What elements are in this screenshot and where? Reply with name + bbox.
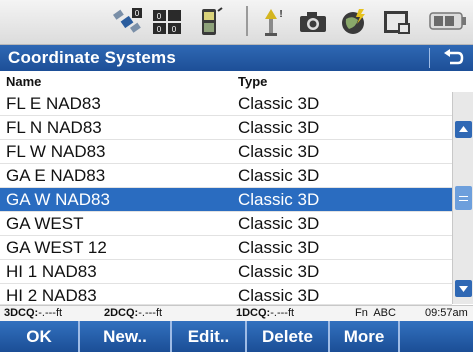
back-button[interactable]: [440, 47, 466, 69]
row-name: FL N NAD83: [6, 118, 102, 137]
triangle-up-icon: [459, 126, 468, 132]
list-item[interactable]: GA WEST Classic 3D: [0, 212, 452, 236]
quality-2d-value: -.---ft: [138, 307, 163, 319]
quality-1d-label: 1DCQ:: [236, 307, 271, 319]
quality-2d-label: 2DCQ:: [104, 307, 139, 319]
title-divider: [429, 48, 430, 68]
coordinate-system-list: FL E NAD83 Classic 3D FL N NAD83 Classic 3…: [0, 92, 452, 305]
scroll-down-button[interactable]: [455, 280, 472, 297]
row-type: Classic 3D: [238, 262, 320, 281]
list-item[interactable]: FL E NAD83 Classic 3D: [0, 92, 452, 116]
svg-text:!: !: [279, 9, 282, 20]
row-type: Classic 3D: [238, 214, 320, 233]
row-type: Classic 3D: [238, 166, 320, 185]
scroll-thumb[interactable]: [455, 186, 472, 210]
list-item[interactable]: HI 1 NAD83 Classic 3D: [0, 260, 452, 284]
more-button[interactable]: More: [330, 321, 400, 352]
input-mode: Fn ABC: [355, 307, 396, 319]
softkey-empty: [400, 321, 473, 352]
gps-satellite-icon[interactable]: 0: [110, 6, 144, 38]
data-collector-icon[interactable]: [193, 6, 227, 38]
column-header-type[interactable]: Type: [238, 74, 267, 89]
list-header: Name Type: [0, 73, 452, 90]
title-bar: Coordinate Systems: [0, 45, 473, 71]
row-type: Classic 3D: [238, 118, 320, 137]
svg-text:0: 0: [157, 12, 162, 21]
row-type: Classic 3D: [238, 286, 320, 305]
scroll-up-button[interactable]: [455, 121, 472, 138]
row-type: Classic 3D: [238, 238, 320, 257]
svg-text:0: 0: [157, 25, 162, 34]
delete-button[interactable]: Delete: [247, 321, 330, 352]
row-name: HI 2 NAD83: [6, 286, 97, 305]
column-header-name[interactable]: Name: [6, 74, 41, 89]
quality-3d-value: -.---ft: [38, 307, 63, 319]
page-title: Coordinate Systems: [8, 48, 176, 67]
battery-icon[interactable]: [428, 10, 468, 32]
triangle-down-icon: [459, 286, 468, 292]
clock: 09:57am: [425, 307, 468, 319]
row-name: FL E NAD83: [6, 94, 101, 113]
softkey-bar: OK New.. Edit.. Delete More: [0, 321, 473, 352]
top-toolbar: 0 0 0 0 !: [0, 0, 473, 45]
status-line: 3DCQ:-.---ft 2DCQ:-.---ft 1DCQ:-.---ft F…: [0, 305, 473, 321]
row-name: GA E NAD83: [6, 166, 106, 185]
list-item-selected[interactable]: GA W NAD83 Classic 3D: [0, 188, 452, 212]
edit-button[interactable]: Edit..: [172, 321, 247, 352]
row-name: GA WEST 12: [6, 238, 107, 257]
quality-1d-value: -.---ft: [270, 307, 295, 319]
tilt-sensor-icon[interactable]: !: [254, 6, 288, 38]
svg-text:0: 0: [135, 9, 140, 18]
list-item[interactable]: FL N NAD83 Classic 3D: [0, 116, 452, 140]
correction-status-icon[interactable]: 0 0 0: [150, 6, 184, 38]
row-name: HI 1 NAD83: [6, 262, 97, 281]
list-item[interactable]: GA WEST 12 Classic 3D: [0, 236, 452, 260]
row-type: Classic 3D: [238, 94, 320, 113]
row-name: GA W NAD83: [6, 190, 110, 209]
row-name: GA WEST: [6, 214, 84, 233]
row-type: Classic 3D: [238, 190, 320, 209]
internet-globe-icon[interactable]: [338, 6, 372, 38]
list-item[interactable]: GA E NAD83 Classic 3D: [0, 164, 452, 188]
camera-icon[interactable]: [296, 6, 330, 38]
toolbar-divider: [246, 6, 248, 36]
new-button[interactable]: New..: [80, 321, 172, 352]
svg-text:0: 0: [172, 25, 177, 34]
list-scrollbar[interactable]: [452, 92, 473, 304]
row-type: Classic 3D: [238, 142, 320, 161]
list-item[interactable]: FL W NAD83 Classic 3D: [0, 140, 452, 164]
row-name: FL W NAD83: [6, 142, 106, 161]
status-screen-icon[interactable]: [380, 6, 414, 38]
ok-button[interactable]: OK: [0, 321, 80, 352]
list-item[interactable]: HI 2 NAD83 Classic 3D: [0, 284, 452, 305]
quality-3d-label: 3DCQ:: [4, 307, 39, 319]
back-arrow-icon: [444, 49, 464, 65]
